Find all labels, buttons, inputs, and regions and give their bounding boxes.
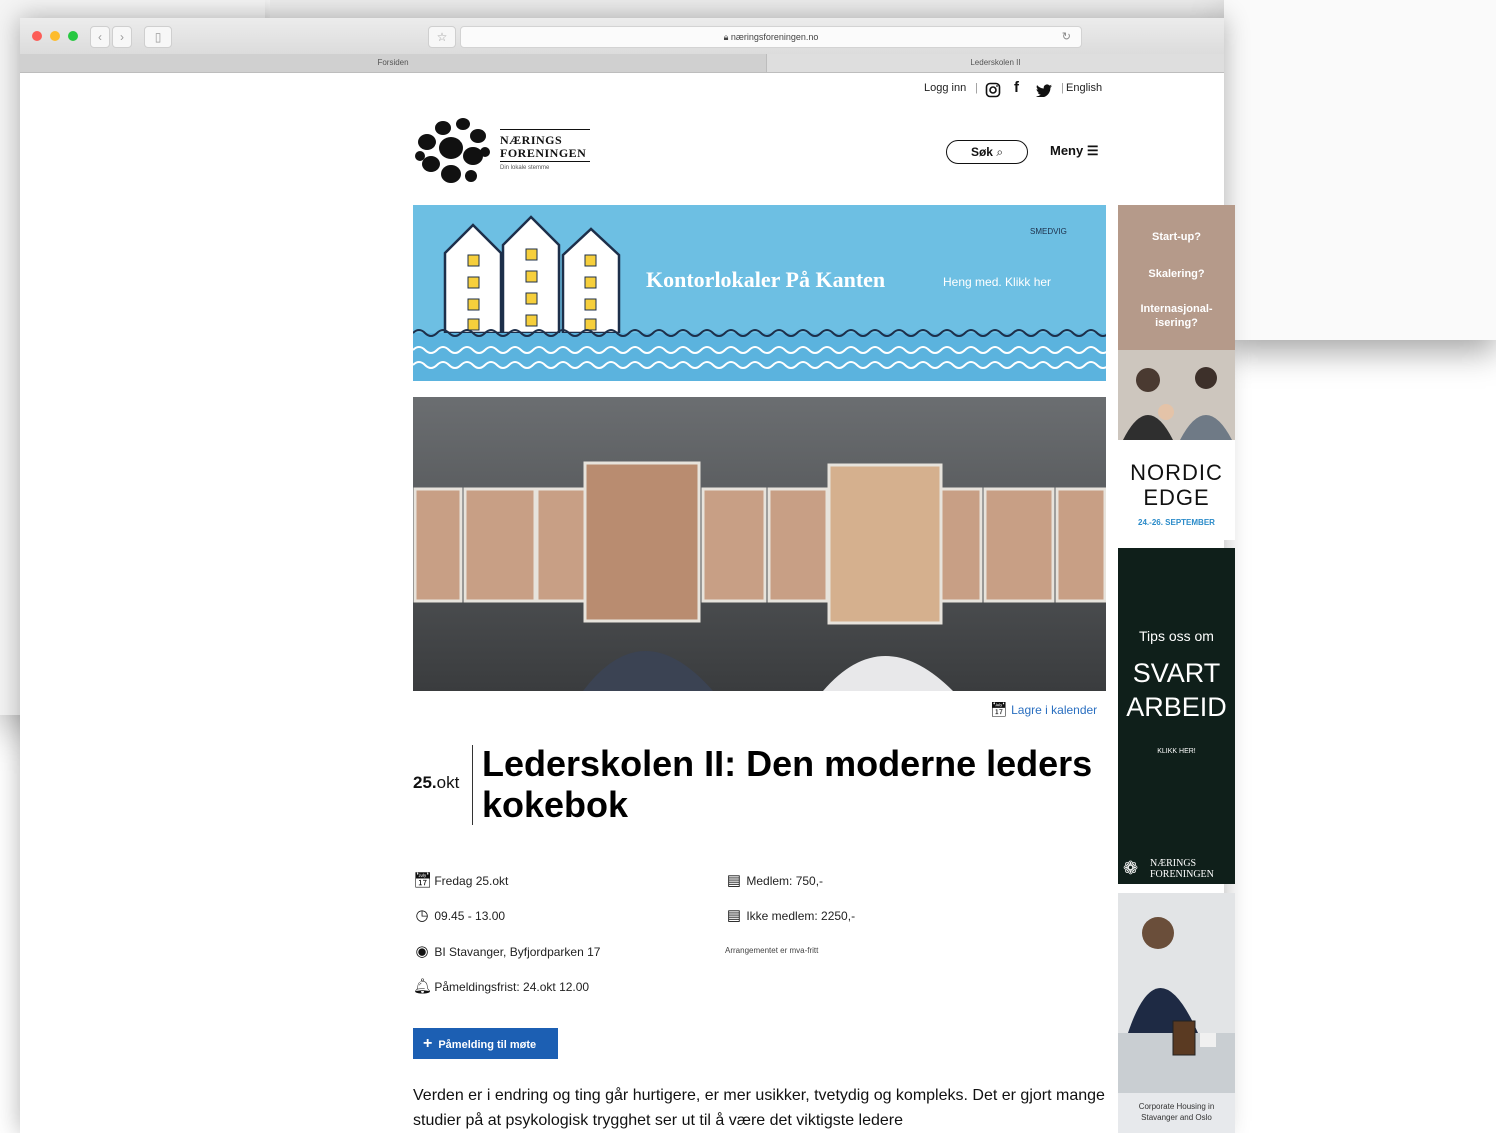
detail-location: ◉ BI Stavanger, Byfjordparken 17: [413, 942, 600, 960]
banner-ad[interactable]: SMEDVIG Kontorlokaler På Kanten Heng med…: [413, 205, 1106, 381]
menu-label: Meny: [1050, 143, 1084, 158]
event-date-day: 25.: [413, 773, 437, 792]
sidebar-icon: ▯: [154, 30, 162, 44]
event-date-month: okt: [436, 773, 460, 792]
event-title: Lederskolen II: Den moderne leders kokeb…: [482, 743, 1093, 825]
ad3-caption: Corporate Housing in Stavanger and Oslo: [1138, 1102, 1215, 1122]
detail-deadline: 🔔︎ Påmeldingsfrist: 24.okt 12.00: [413, 977, 589, 995]
clock-icon: ◷: [415, 907, 429, 924]
ad2-line2: SVART: [1132, 658, 1221, 688]
address-bar[interactable]: 🔒︎ næringsforeningen.no ↻: [460, 26, 1082, 48]
share-icon: ☆: [436, 30, 448, 44]
price-nonmember: ▤ Ikke medlem: 2250,-: [725, 906, 855, 924]
date-divider: [472, 745, 473, 825]
share-button[interactable]: ☆: [428, 26, 456, 48]
tab-forsiden[interactable]: Forsiden: [20, 54, 767, 72]
price-member: ▤ Medlem: 750,-: [725, 871, 823, 889]
event-description: Verden er i endring og ting går hurtiger…: [413, 1087, 1105, 1129]
ad1-line2: Skalering?: [1148, 268, 1205, 280]
tab-bar: Forsiden Lederskolen II: [20, 54, 1224, 73]
side-ad-nordic-edge[interactable]: Start-up? Skalering? Internasjonal-iseri…: [1118, 205, 1235, 540]
ad3-photo: [1118, 893, 1235, 1093]
logo-rule: [500, 129, 590, 130]
facebook-icon[interactable]: f: [1014, 79, 1019, 96]
login-link[interactable]: Logg inn: [924, 82, 966, 94]
event-hero-image: [413, 397, 1106, 691]
naeringsforeningen-logo-icon[interactable]: [413, 114, 495, 188]
detail-time: ◷ 09.45 - 13.00: [413, 906, 505, 924]
search-button-label: Søk: [970, 145, 993, 159]
sidebar-toggle-button[interactable]: ▯: [144, 26, 172, 48]
vat-note: Arrangementet er mva-fritt: [725, 946, 819, 955]
tab-lederskolen[interactable]: Lederskolen II: [767, 54, 1224, 72]
ad2-line3: ARBEID: [1126, 692, 1227, 722]
register-button[interactable]: + Påmelding til møte: [413, 1028, 558, 1059]
calendar-check-icon: 📅︎: [990, 701, 1008, 717]
reload-icon[interactable]: ↻: [1062, 27, 1071, 47]
hero-illustration: [413, 397, 1106, 691]
ad2-line1: Tips oss om: [1139, 628, 1214, 644]
utility-separator-2: |: [1061, 82, 1064, 94]
search-icon: ⌕: [996, 145, 1004, 159]
back-button[interactable]: ‹: [90, 26, 110, 48]
close-window-button[interactable]: [32, 31, 42, 41]
logo-rule-2: [500, 161, 590, 162]
card-icon: ▤: [726, 907, 742, 924]
banner-headline: Kontorlokaler På Kanten: [646, 267, 886, 292]
menu-button[interactable]: Meny ☰: [1050, 143, 1099, 159]
twitter-icon[interactable]: [1036, 84, 1053, 97]
alarm-icon: 🔔︎: [413, 978, 433, 995]
detail-date-text: Fredag 25.okt: [434, 874, 509, 888]
minimize-window-button[interactable]: [50, 31, 60, 41]
price-member-text: Medlem: 750,-: [746, 874, 824, 888]
save-calendar-label: Lagre i kalender: [1011, 703, 1098, 717]
background-window-right: [1224, 0, 1496, 340]
chevron-left-icon: ‹: [98, 30, 102, 44]
banner-illustration: [413, 215, 1106, 381]
banner-cta: Heng med. Klikk her: [943, 275, 1052, 289]
zoom-window-button[interactable]: [68, 31, 78, 41]
browser-titlebar: ‹ › ▯ ☆ 🔒︎ næringsforeningen.no ↻: [20, 18, 1224, 55]
detail-location-text: BI Stavanger, Byfjordparken 17: [434, 945, 601, 959]
side-ad-corporate-housing[interactable]: Corporate Housing in Stavanger and Oslo: [1118, 893, 1235, 1133]
ad1-photo: [1118, 350, 1235, 440]
ad2-logo-icon: ❁: [1123, 858, 1139, 878]
detail-time-text: 09.45 - 13.00: [434, 909, 506, 923]
ad1-line1: Start-up?: [1152, 231, 1201, 243]
location-icon: ◉: [415, 943, 429, 960]
language-link[interactable]: English: [1066, 82, 1102, 94]
chevron-right-icon: ›: [120, 30, 124, 44]
ad1-brand-line2: EDGE: [1143, 485, 1210, 510]
search-button[interactable]: Søk ⌕: [946, 140, 1028, 164]
detail-deadline-text: Påmeldingsfrist: 24.okt 12.00: [434, 980, 590, 994]
banner-brand: SMEDVIG: [1030, 227, 1067, 236]
url-text: næringsforeningen.no: [730, 32, 819, 42]
ad1-brand-line1: NORDIC: [1130, 460, 1223, 485]
save-calendar-link[interactable]: 📅︎ Lagre i kalender: [990, 701, 1097, 718]
logo-line2: FORENINGEN: [500, 146, 587, 160]
forward-button[interactable]: ›: [112, 26, 132, 48]
detail-date: 📅︎ Fredag 25.okt: [413, 871, 508, 889]
event-date: 25.okt: [413, 773, 459, 793]
ad2-logo-line1: NÆRINGS: [1150, 858, 1197, 869]
register-button-label: Påmelding til møte: [438, 1039, 537, 1051]
instagram-icon[interactable]: [985, 82, 1001, 98]
card-icon: ▤: [726, 872, 742, 889]
ad1-line3: Internasjonal-isering?: [1140, 303, 1213, 329]
logo-tagline: Din lokale stemme: [500, 165, 550, 171]
hamburger-icon: ☰: [1086, 143, 1099, 158]
ad1-dates: 24.-26. SEPTEMBER: [1138, 518, 1215, 527]
lock-icon: 🔒︎: [723, 32, 729, 42]
ad2-logo-line2: FORENINGEN: [1150, 869, 1214, 880]
ad2-cta: KLIKK HER!: [1157, 748, 1196, 755]
plus-icon: +: [423, 1035, 433, 1052]
calendar-icon: 📅︎: [413, 872, 433, 889]
utility-separator: |: [975, 82, 978, 94]
price-nonmember-text: Ikke medlem: 2250,-: [746, 909, 856, 923]
side-ad-svart-arbeid[interactable]: Tips oss om SVART ARBEID KLIKK HER! ❁ NÆ…: [1118, 548, 1235, 884]
